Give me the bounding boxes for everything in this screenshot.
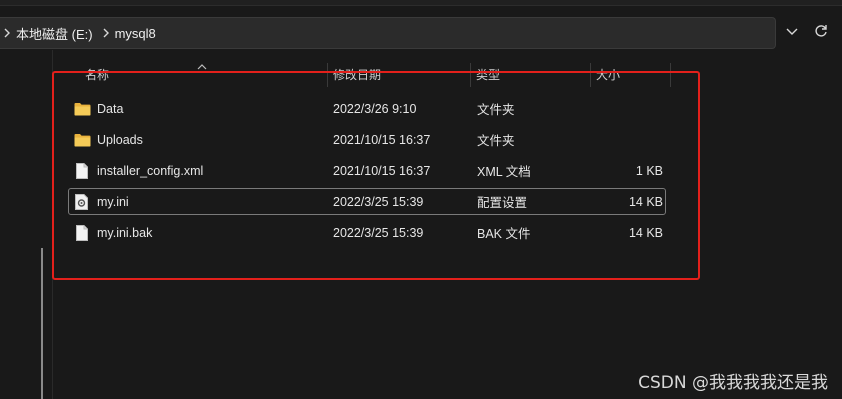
address-bar[interactable]: 本地磁盘 (E:) mysql8 <box>0 17 776 49</box>
nav-pane-scrollbar[interactable] <box>41 248 43 399</box>
refresh-icon <box>814 24 828 43</box>
refresh-button[interactable] <box>810 22 832 44</box>
breadcrumb-item-drive[interactable]: 本地磁盘 (E:) <box>16 24 93 43</box>
chevron-down-icon <box>786 23 798 41</box>
window-top-edge <box>0 0 842 6</box>
breadcrumb-separator-icon[interactable] <box>4 28 10 38</box>
breadcrumb-item-folder[interactable]: mysql8 <box>115 26 156 41</box>
breadcrumb-separator-icon[interactable] <box>103 28 109 38</box>
address-history-button[interactable] <box>782 22 802 42</box>
watermark: CSDN @我我我我还是我 <box>638 373 828 393</box>
annotation-highlight-box <box>52 71 700 280</box>
